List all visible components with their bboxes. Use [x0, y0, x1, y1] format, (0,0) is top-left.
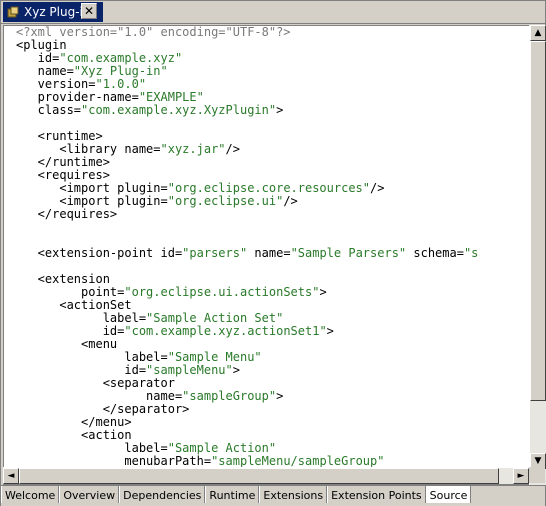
- xml-markup: label=: [16, 350, 168, 364]
- attribute-value: "Sample Parsers": [290, 246, 407, 260]
- xml-markup: name=: [16, 64, 74, 78]
- plugin-icon: [6, 5, 20, 19]
- scrollbar-corner: [529, 467, 545, 483]
- tab-overview[interactable]: Overview: [59, 486, 120, 503]
- xml-markup: <separator: [16, 376, 175, 390]
- xml-markup: label=: [16, 441, 168, 455]
- code-line: <?xml version="1.0" encoding="UTF-8"?>: [16, 26, 478, 39]
- horizontal-scrollbar[interactable]: ◄ ►: [3, 467, 529, 484]
- xml-markup: >: [326, 324, 334, 338]
- attribute-value: "org.eclipse.core.resources": [167, 181, 371, 195]
- scroll-left-icon[interactable]: ◄: [3, 468, 19, 484]
- xml-markup: >: [276, 103, 284, 117]
- xml-markup: />: [370, 181, 385, 195]
- xml-markup: />: [225, 142, 240, 156]
- tab-welcome[interactable]: Welcome: [1, 486, 60, 503]
- attribute-value: "Xyz Plug-in": [73, 64, 168, 78]
- attribute-value: "com.example.xyz.XyzPlugin": [81, 103, 277, 117]
- xml-markup: name=: [247, 246, 291, 260]
- xml-markup: <library name=: [16, 142, 161, 156]
- attribute-value: "xyz.jar": [160, 142, 226, 156]
- xml-markup: </separator>: [16, 402, 190, 416]
- scroll-up-icon[interactable]: ▲: [530, 25, 546, 41]
- attribute-value: "1.0.0": [95, 77, 147, 91]
- tab-source[interactable]: Source: [425, 486, 472, 503]
- scroll-right-icon[interactable]: ►: [513, 468, 529, 484]
- attribute-value: "com.example.xyz": [59, 51, 183, 65]
- xml-markup: <runtime>: [16, 129, 103, 143]
- xml-markup: <actionSet: [16, 298, 132, 312]
- xml-markup: <plugin: [16, 38, 67, 52]
- attribute-value: "Sample Action Set": [146, 311, 284, 325]
- attribute-value: "parsers": [182, 246, 248, 260]
- attribute-value: "com.example.xyz.actionSet1": [124, 324, 327, 338]
- xml-source-text[interactable]: <?xml version="1.0" encoding="UTF-8"?> <p…: [16, 26, 478, 468]
- xml-markup: label=: [16, 311, 147, 325]
- xml-markup: name=: [16, 389, 183, 403]
- xml-markup: <extension-point id=: [16, 246, 183, 260]
- xml-markup: class=: [16, 103, 82, 117]
- attribute-value: "sampleMenu": [146, 363, 233, 377]
- xml-markup: id=: [16, 51, 60, 65]
- xml-declaration: <?xml version="1.0" encoding="UTF-8"?>: [16, 25, 291, 39]
- xml-markup: </menu>: [16, 415, 132, 429]
- xml-markup: <extension: [16, 272, 110, 286]
- attribute-value: "sampleGroup": [182, 389, 277, 403]
- xml-markup: point=: [16, 285, 125, 299]
- xml-markup: >: [319, 285, 327, 299]
- xml-markup: menubarPath=: [16, 454, 212, 468]
- xml-markup: <requires>: [16, 168, 110, 182]
- attribute-value: "s: [463, 246, 479, 260]
- xml-markup: id=: [16, 324, 125, 338]
- xml-markup: </requires>: [16, 207, 118, 221]
- xml-markup: id=: [16, 363, 147, 377]
- code-line: <extension-point id="parsers" name="Samp…: [16, 246, 479, 260]
- attribute-value: "sampleMenu/sampleGroup": [211, 454, 385, 468]
- horizontal-scroll-thumb[interactable]: [19, 468, 499, 484]
- attribute-value: "Sample Menu": [167, 350, 262, 364]
- attribute-value: "EXAMPLE": [138, 90, 204, 104]
- editor-page-tabs: Welcome Overview Dependencies Runtime Extens…: [1, 485, 545, 506]
- xml-markup: />: [283, 194, 298, 208]
- tab-extensions[interactable]: Extensions: [259, 486, 328, 503]
- tab-extension-points[interactable]: Extension Points: [327, 486, 426, 503]
- tab-runtime[interactable]: Runtime: [205, 486, 260, 503]
- code-line: </requires>: [16, 208, 478, 221]
- attribute-value: "org.eclipse.ui.actionSets": [124, 285, 320, 299]
- xml-markup: >: [276, 389, 284, 403]
- xml-markup: >: [232, 363, 240, 377]
- code-line: class="com.example.xyz.XyzPlugin">: [16, 104, 478, 117]
- xml-markup: provider-name=: [16, 90, 139, 104]
- xml-markup: <menu: [16, 337, 118, 351]
- attribute-value: "org.eclipse.ui": [167, 194, 284, 208]
- attribute-value: "Sample Action": [167, 441, 277, 455]
- xml-markup: version=: [16, 77, 96, 91]
- close-icon[interactable]: ✕: [81, 3, 97, 19]
- tab-dependencies[interactable]: Dependencies: [119, 486, 206, 503]
- xml-markup: <action: [16, 428, 132, 442]
- editor-tab-strip: Xyz Plug-in ✕: [1, 1, 545, 24]
- vertical-scrollbar[interactable]: ▲ ▼: [529, 25, 546, 485]
- xml-markup: <import plugin=: [16, 194, 168, 208]
- source-editor[interactable]: <?xml version="1.0" encoding="UTF-8"?> <p…: [3, 25, 531, 485]
- xml-markup: </runtime>: [16, 155, 110, 169]
- xml-markup: schema=: [406, 246, 464, 260]
- xml-markup: <import plugin=: [16, 181, 168, 195]
- editor-window: Xyz Plug-in ✕ <?xml version="1.0" encodi…: [0, 0, 546, 506]
- vertical-scroll-thumb[interactable]: [530, 41, 546, 401]
